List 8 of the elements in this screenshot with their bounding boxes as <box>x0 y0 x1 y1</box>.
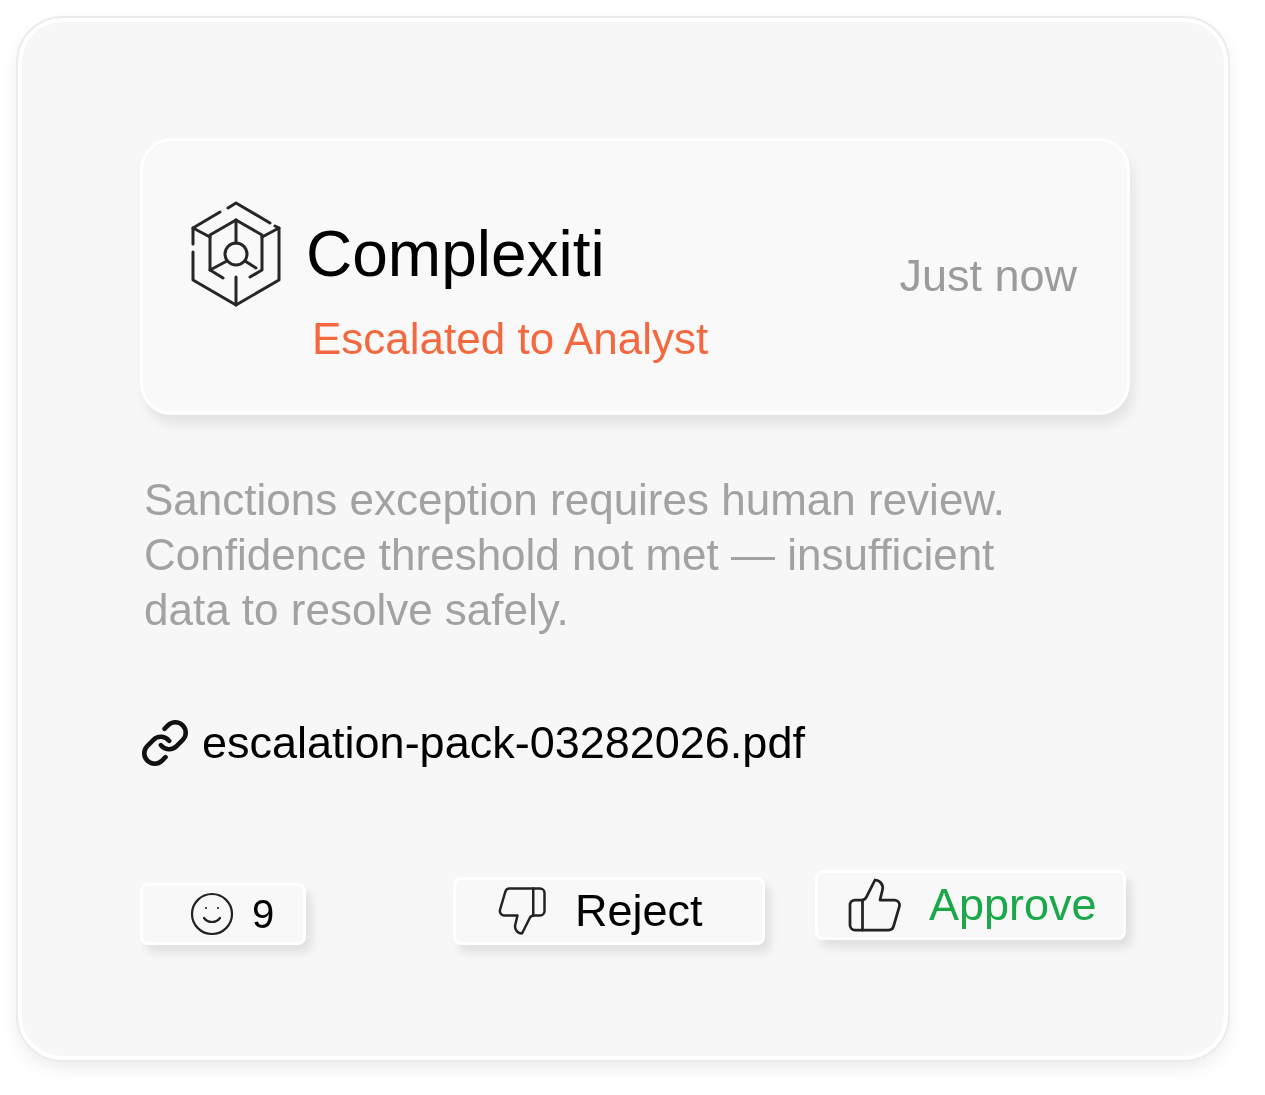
attachment-link[interactable]: escalation-pack-03282026.pdf <box>140 717 805 769</box>
logo-icon <box>190 200 282 308</box>
reaction-button[interactable]: 9 <box>140 882 306 945</box>
reject-button[interactable]: Reject <box>453 876 765 945</box>
status-label: Escalated to Analyst <box>312 314 709 365</box>
link-icon <box>140 717 190 768</box>
message-text: Sanctions exception requires human review. Confidence threshold not met — insufficient data to resolve safely. <box>144 474 1006 636</box>
timestamp: Just now <box>899 249 1077 304</box>
